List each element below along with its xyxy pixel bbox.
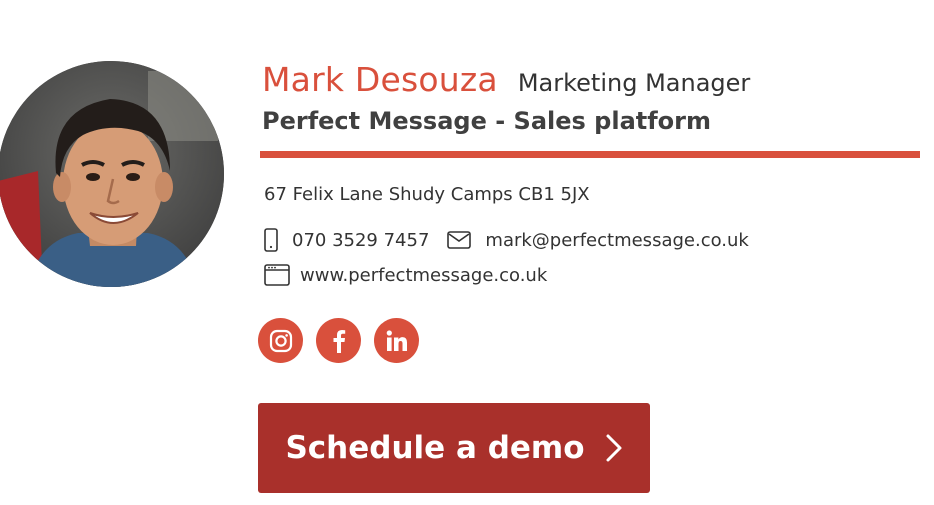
- email-link[interactable]: mark@perfectmessage.co.uk: [485, 230, 748, 251]
- divider: [260, 151, 920, 158]
- avatar: [0, 61, 224, 287]
- contact-row: 070 3529 7457 mark@perfectmessage.co.uk: [264, 228, 749, 252]
- linkedin-icon: [386, 329, 407, 351]
- email-signature: Mark Desouza Marketing Manager Perfect M…: [0, 0, 934, 505]
- browser-window-icon: [264, 264, 290, 286]
- facebook-icon: [333, 329, 345, 353]
- website-link[interactable]: www.perfectmessage.co.uk: [300, 265, 547, 286]
- name-row: Mark Desouza Marketing Manager: [262, 60, 750, 99]
- company-name: Perfect Message - Sales platform: [262, 107, 712, 135]
- envelope-icon: [447, 231, 472, 249]
- facebook-button[interactable]: [316, 318, 361, 363]
- website-row: www.perfectmessage.co.uk: [264, 264, 547, 286]
- schedule-demo-button[interactable]: Schedule a demo: [258, 403, 650, 493]
- linkedin-button[interactable]: [374, 318, 419, 363]
- phone-number[interactable]: 070 3529 7457: [292, 230, 429, 251]
- cta-label: Schedule a demo: [285, 430, 585, 466]
- person-name: Mark Desouza: [262, 60, 498, 99]
- job-title: Marketing Manager: [517, 69, 751, 97]
- profile-photo: [0, 61, 224, 287]
- instagram-icon: [269, 329, 292, 352]
- chevron-right-icon: [605, 433, 623, 463]
- instagram-button[interactable]: [258, 318, 303, 363]
- social-links: [258, 318, 419, 363]
- address: 67 Felix Lane Shudy Camps CB1 5JX: [264, 184, 590, 205]
- mobile-phone-icon: [264, 228, 278, 252]
